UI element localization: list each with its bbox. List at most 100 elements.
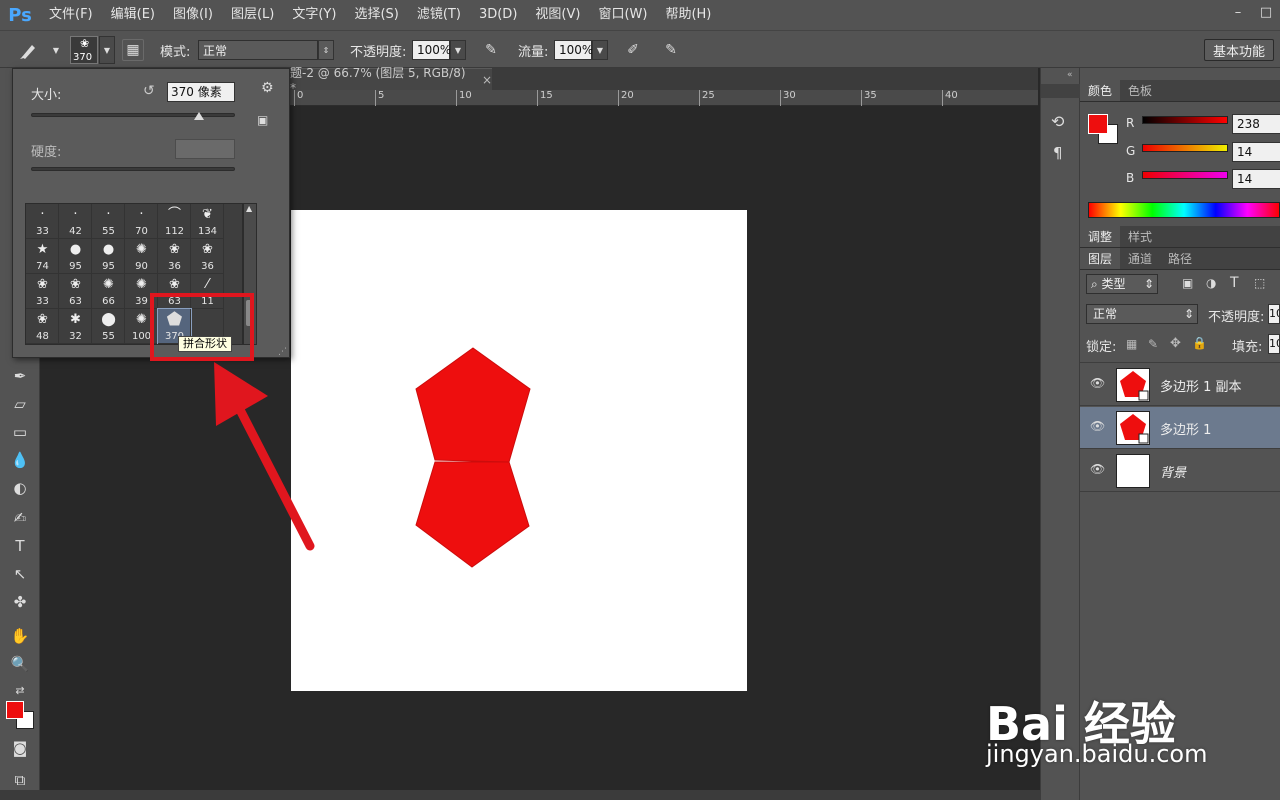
history-panel-icon[interactable]: ⟲ <box>1051 112 1064 131</box>
color-panel-tabs: 颜色 色板 <box>1080 80 1280 102</box>
brush-preset-cell[interactable]: · 42 <box>59 204 92 239</box>
foreground-color-swatch[interactable] <box>6 701 24 719</box>
brush-preset-cell[interactable]: ✱ 32 <box>59 309 92 344</box>
brush-preset-cell[interactable]: ❀ 36 <box>191 239 224 274</box>
brush-preset-cell[interactable]: ⬤ 55 <box>92 309 125 344</box>
hardness-label: 硬度: <box>31 145 62 160</box>
brush-preset-cell[interactable]: · 55 <box>92 204 125 239</box>
layer-row[interactable]: 👁 多边形 1 副本 <box>1080 364 1280 406</box>
filter-adjustment-icon[interactable]: ◑ <box>1206 276 1216 290</box>
color-foreground-swatch[interactable] <box>1088 114 1108 134</box>
layer-row[interactable]: 👁 背景 <box>1080 450 1280 492</box>
paragraph-panel-icon[interactable]: ¶ <box>1053 144 1063 162</box>
brush-preset-cell[interactable]: ❦ 134 <box>191 204 224 239</box>
color-spectrum-bar[interactable] <box>1088 202 1280 218</box>
brush-preset-cell[interactable]: ✺ 90 <box>125 239 158 274</box>
brush-preset-glyph: ✱ <box>70 312 81 327</box>
brush-preset-cell[interactable]: ❀ 48 <box>26 309 59 344</box>
channel-g-input[interactable]: 14 <box>1232 142 1280 162</box>
pen-tool-icon[interactable]: ✍ <box>6 506 34 530</box>
layer-thumbnail <box>1116 411 1150 445</box>
visibility-eye-icon[interactable]: 👁 <box>1090 376 1105 390</box>
brush-preset-size: 112 <box>164 226 185 237</box>
path-selection-tool-icon[interactable]: ↖ <box>6 562 34 586</box>
brush-preset-cell[interactable]: · 70 <box>125 204 158 239</box>
tab-paths[interactable]: 路径 <box>1160 248 1200 269</box>
swap-colors-icon[interactable]: ⇄ <box>6 678 34 702</box>
filter-type-icon[interactable]: T <box>1230 275 1239 291</box>
lock-all-icon[interactable]: 🔒 <box>1192 336 1207 350</box>
quick-mask-icon[interactable]: ◙ <box>6 736 34 760</box>
gradient-tool-icon[interactable]: ▭ <box>6 420 34 444</box>
channel-b-slider[interactable] <box>1142 171 1228 179</box>
layers-panel-tabs: 图层 通道 路径 <box>1080 248 1280 270</box>
hand-tool-icon[interactable]: ✋ <box>6 624 34 648</box>
layer-opacity-input[interactable]: 10 <box>1268 304 1280 324</box>
brush-preset-glyph: ★ <box>36 242 49 257</box>
brush-preset-glyph: ❀ <box>37 277 48 292</box>
channel-b-input[interactable]: 14 <box>1232 169 1280 189</box>
brush-preset-size: 33 <box>36 226 49 237</box>
brush-preset-glyph: · <box>106 207 111 222</box>
layer-row-selected[interactable]: 👁 多边形 1 <box>1080 407 1280 449</box>
blend-mode-select[interactable]: 正常 ⇕ <box>1086 304 1198 324</box>
brush-preset-cell[interactable]: ★ 74 <box>26 239 59 274</box>
resize-grip-icon[interactable]: ⋰ <box>278 347 287 357</box>
brush-preset-size: 55 <box>102 331 115 342</box>
brush-preset-size: 36 <box>201 261 214 272</box>
brush-preset-cell[interactable]: · 33 <box>26 204 59 239</box>
filter-pixel-icon[interactable]: ▣ <box>1182 276 1193 290</box>
zoom-tool-icon[interactable]: 🔍 <box>6 652 34 676</box>
hardness-input[interactable] <box>175 139 235 159</box>
layer-name: 多边形 1 副本 <box>1160 380 1242 395</box>
history-brush-tool-icon[interactable]: ✒ <box>6 364 34 388</box>
layer-filter-select[interactable]: ⌕ 类型 ⇕ <box>1086 274 1158 294</box>
brush-preset-glyph: ✺ <box>103 277 114 292</box>
collapse-icon[interactable]: « <box>1067 70 1073 80</box>
brush-preset-size: 70 <box>135 226 148 237</box>
eraser-tool-icon[interactable]: ▱ <box>6 392 34 416</box>
hardness-slider[interactable] <box>31 167 235 171</box>
brush-preset-cell[interactable]: ❀ 33 <box>26 274 59 309</box>
size-input[interactable]: 370 像素 <box>167 82 235 102</box>
blur-tool-icon[interactable]: 💧 <box>6 448 34 472</box>
brush-preset-size: 42 <box>69 226 82 237</box>
reset-size-icon[interactable]: ↺ <box>143 83 155 99</box>
tab-color[interactable]: 颜色 <box>1080 80 1121 101</box>
tab-adjustments[interactable]: 调整 <box>1080 226 1121 247</box>
lock-transparency-icon[interactable]: ▦ <box>1126 337 1137 351</box>
brush-preset-cell[interactable]: ✺ 66 <box>92 274 125 309</box>
tab-layers[interactable]: 图层 <box>1080 248 1121 269</box>
brush-preset-glyph: ⌒ <box>167 207 181 222</box>
adjustments-tabs: 调整 样式 <box>1080 226 1280 248</box>
lock-position-icon[interactable]: ✥ <box>1170 336 1181 351</box>
channel-r-input[interactable]: 238 <box>1232 114 1280 134</box>
brush-preset-cell[interactable]: ⌒ 112 <box>158 204 191 239</box>
fill-input[interactable]: 10 <box>1268 334 1280 354</box>
dodge-tool-icon[interactable]: ◐ <box>6 476 34 500</box>
brush-preset-cell[interactable]: ● 95 <box>59 239 92 274</box>
scroll-up-icon[interactable]: ▲ <box>246 204 252 213</box>
visibility-eye-icon[interactable]: 👁 <box>1090 462 1105 476</box>
channel-g-slider[interactable] <box>1142 144 1228 152</box>
layer-name: 背景 <box>1160 466 1187 481</box>
size-slider[interactable] <box>31 112 235 120</box>
custom-shape-tool-icon[interactable]: ✤ <box>6 590 34 614</box>
channel-r-slider[interactable] <box>1142 116 1228 124</box>
brush-preset-cell[interactable]: ❀ 63 <box>59 274 92 309</box>
brush-preset-cell[interactable]: ● 95 <box>92 239 125 274</box>
filter-shape-icon[interactable]: ⬚ <box>1254 276 1265 290</box>
gear-icon[interactable]: ⚙ <box>261 80 274 96</box>
layer-opacity-label: 不透明度: <box>1208 310 1265 325</box>
visibility-eye-icon[interactable]: 👁 <box>1090 419 1105 433</box>
screen-mode-icon[interactable]: ⧉ <box>6 768 34 792</box>
brush-preset-cell[interactable]: ❀ 36 <box>158 239 191 274</box>
new-preset-icon[interactable]: ▣ <box>257 113 268 127</box>
tab-styles[interactable]: 样式 <box>1120 226 1160 247</box>
brush-preset-glyph: ✺ <box>136 277 147 292</box>
type-tool-icon[interactable]: T <box>6 534 34 558</box>
size-slider-handle[interactable] <box>194 112 204 120</box>
tab-swatches[interactable]: 色板 <box>1120 80 1160 101</box>
tab-channels[interactable]: 通道 <box>1120 248 1160 269</box>
lock-pixels-icon[interactable]: ✎ <box>1148 337 1158 351</box>
